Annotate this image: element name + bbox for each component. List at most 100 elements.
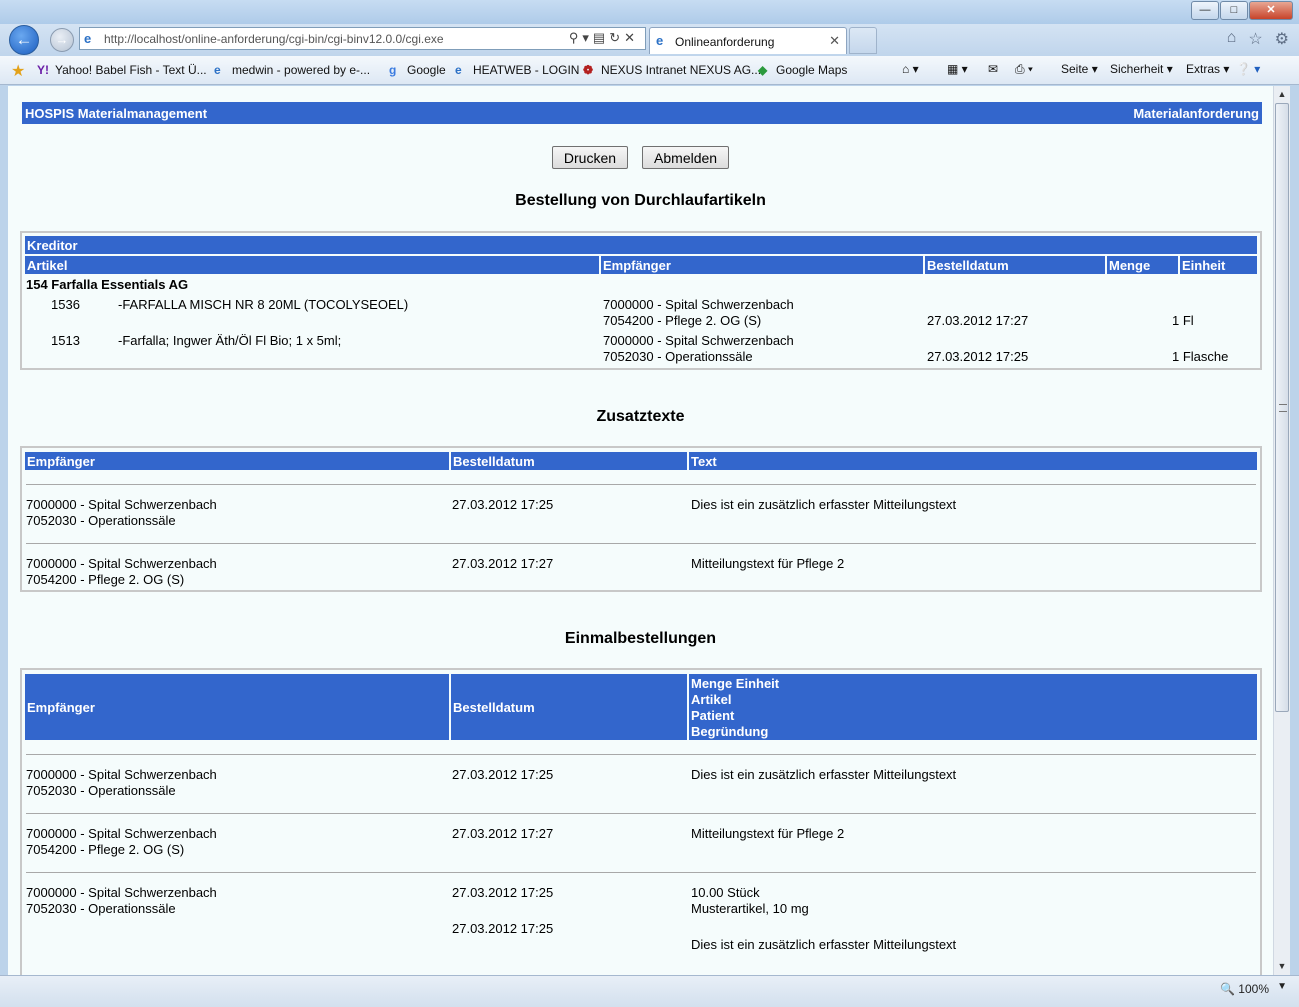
new-tab-button[interactable] [849, 27, 877, 54]
col-bestelldatum: Bestelldatum [451, 452, 687, 470]
scroll-up-icon[interactable]: ▲ [1274, 86, 1290, 103]
empfaenger: 7000000 - Spital Schwerzenbach [603, 333, 794, 348]
favorites-star-icon[interactable]: ★ [11, 61, 25, 81]
empfaenger: 7052030 - Operationssäle [26, 513, 176, 528]
print-button[interactable]: Drucken [551, 146, 629, 169]
row-divider [26, 543, 1256, 544]
menge: 1 Fl [1172, 313, 1194, 328]
favorites-bar: ★ Y! Yahoo! Babel Fish - Text Ü... e medwi… [0, 56, 1299, 85]
tab-close-icon[interactable]: ✕ [829, 33, 840, 49]
artikel-nr: 1536 [51, 297, 80, 312]
app-header: HOSPIS Materialmanagement Materialanford… [22, 102, 1262, 124]
favorite-link[interactable]: g Google [389, 63, 446, 77]
maximize-button[interactable]: □ [1220, 1, 1248, 20]
forward-arrow-icon: → [55, 32, 69, 47]
empfaenger: 7054200 - Pflege 2. OG (S) [603, 313, 762, 328]
vertical-scrollbar[interactable]: ▲ ▼ [1273, 86, 1290, 975]
address-bar[interactable]: e http://localhost/online-anforderung/cg… [79, 27, 646, 50]
search-icon[interactable]: ⚲ [569, 30, 583, 45]
google-icon: g [389, 63, 397, 77]
row-divider [26, 872, 1256, 873]
ie-page-icon: e [84, 31, 92, 46]
favorite-link[interactable]: Y! Yahoo! Babel Fish - Text Ü... [37, 63, 207, 77]
favorite-link[interactable]: ❁ NEXUS Intranet NEXUS AG... [583, 63, 761, 77]
browser-tab[interactable]: e Onlineanforderung ✕ [649, 27, 847, 54]
col-menge: Menge [1107, 256, 1178, 274]
yahoo-icon: Y! [37, 63, 49, 77]
empfaenger: 7054200 - Pflege 2. OG (S) [26, 842, 185, 857]
col-artikel: Artikel [25, 256, 599, 274]
window-frame [1290, 86, 1299, 975]
feeds-icon[interactable]: ▦ ▾ [947, 62, 968, 76]
artikel-name: -Farfalla; Ingwer Äth/Öl Fl Bio; 1 x 5ml… [118, 333, 342, 348]
row-divider [26, 484, 1256, 485]
col-empfaenger: Empfänger [25, 674, 449, 740]
bestelldatum: 27.03.2012 17:25 [452, 497, 554, 512]
bestelldatum: 27.03.2012 17:27 [452, 826, 554, 841]
col-bestelldatum: Bestelldatum [451, 674, 687, 740]
col-empfaenger: Empfänger [601, 256, 923, 274]
page-menu[interactable]: Seite ▾ [1061, 62, 1098, 76]
artikel-name: -FARFALLA MISCH NR 8 20ML (TOCOLYSEOEL) [118, 297, 409, 312]
minimize-button[interactable]: — [1191, 1, 1219, 20]
home-icon[interactable]: ⌂ ▾ [902, 62, 919, 76]
logout-button[interactable]: Abmelden [642, 146, 730, 169]
favorite-link[interactable]: ◆ Google Maps [758, 63, 847, 77]
ie-page-icon: e [214, 63, 221, 77]
tools-menu[interactable]: Extras ▾ [1186, 62, 1229, 76]
stop-icon[interactable]: ✕ [624, 30, 639, 45]
safety-menu[interactable]: Sicherheit ▾ [1110, 62, 1173, 76]
back-arrow-icon: ← [15, 30, 33, 49]
col-text: Text [689, 452, 1257, 470]
favorites-star-icon[interactable]: ☆ [1248, 29, 1262, 49]
col-details: Menge Einheit Artikel Patient Begründung [689, 674, 1257, 740]
print-icon[interactable]: ⎙ ▾ [1015, 62, 1033, 77]
artikel-nr: 1513 [51, 333, 80, 348]
einmal-menge: 10.00 Stück [691, 885, 760, 900]
help-icon[interactable]: ❔ ▾ [1236, 62, 1260, 76]
bestelldatum: 27.03.2012 17:25 [452, 885, 554, 900]
bestelldatum: 27.03.2012 17:27 [452, 556, 554, 571]
zusatz-text: Dies ist ein zusätzlich erfasster Mittei… [691, 497, 957, 512]
zoom-level[interactable]: 🔍 100% [1220, 982, 1269, 996]
col-bestelldatum: Bestelldatum [925, 256, 1105, 274]
bestelldatum: 27.03.2012 17:25 [452, 921, 554, 936]
durchlauf-title: Bestellung von Durchlaufartikeln [515, 192, 766, 209]
refresh-icon[interactable]: ↻ [609, 30, 624, 45]
gear-icon[interactable]: ⚙ [1275, 29, 1289, 49]
dropdown-arrow-icon[interactable]: ▾ [582, 30, 593, 45]
zusatz-text: Mitteilungstext für Pflege 2 [691, 556, 845, 571]
einmal-title: Einmalbestellungen [564, 630, 717, 647]
einmal-table: Empfänger Bestelldatum Menge Einheit Art… [20, 668, 1262, 975]
menge: 1 Flasche [1172, 349, 1229, 364]
empfaenger: 7000000 - Spital Schwerzenbach [26, 767, 217, 782]
empfaenger: 7000000 - Spital Schwerzenbach [26, 556, 217, 571]
close-window-button[interactable]: ✕ [1249, 1, 1293, 20]
home-icon[interactable]: ⌂ [1227, 29, 1237, 49]
empfaenger: 7052030 - Operationssäle [26, 783, 176, 798]
navigation-bar: ← → e http://localhost/online-anforderun… [0, 24, 1299, 56]
bestelldatum: 27.03.2012 17:25 [452, 767, 554, 782]
einmal-artikel: Musterartikel, 10 mg [691, 901, 809, 916]
chevron-down-icon[interactable]: ▼ [1277, 981, 1287, 992]
status-bar: 🔍 100% ▼ [0, 975, 1299, 1007]
mail-icon[interactable]: ✉ [988, 62, 998, 76]
window-titlebar: — □ ✕ [0, 0, 1299, 24]
scroll-thumb[interactable] [1275, 103, 1289, 712]
back-button[interactable]: ← [9, 25, 39, 55]
empfaenger: 7000000 - Spital Schwerzenbach [603, 297, 794, 312]
favorite-link[interactable]: e medwin - powered by e-... [214, 63, 370, 77]
scroll-down-icon[interactable]: ▼ [1274, 958, 1290, 975]
tab-title: Onlineanforderung [675, 35, 775, 49]
col-empfaenger: Empfänger [25, 452, 449, 470]
empfaenger: 7000000 - Spital Schwerzenbach [26, 826, 217, 841]
ie-tab-icon: e [656, 33, 664, 48]
compat-view-icon[interactable]: ▤ [593, 30, 609, 45]
ie-page-icon: e [455, 63, 462, 77]
empfaenger: 7052030 - Operationssäle [26, 901, 176, 916]
address-url[interactable]: http://localhost/online-anforderung/cgi-… [104, 32, 444, 46]
favorite-link[interactable]: e HEATWEB - LOGIN [455, 63, 579, 77]
empfaenger: 7054200 - Pflege 2. OG (S) [26, 572, 185, 587]
forward-button[interactable]: → [50, 28, 74, 52]
kreditor-name: 154 Farfalla Essentials AG [26, 277, 189, 292]
